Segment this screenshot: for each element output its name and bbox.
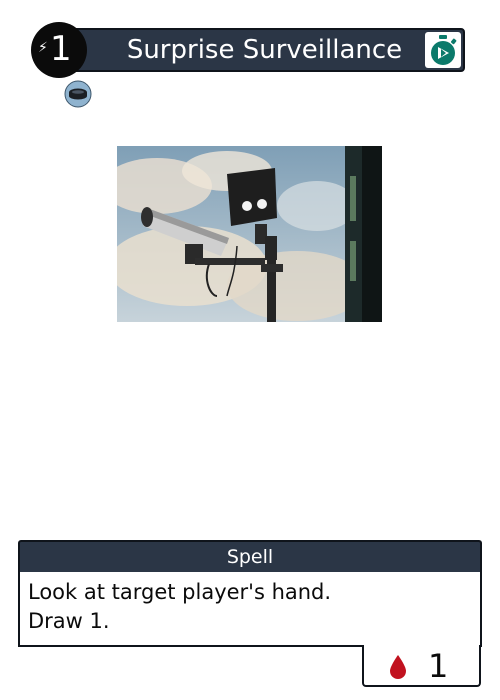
rules-line: Draw 1. — [28, 609, 110, 633]
card-art — [117, 146, 382, 322]
card-title: Surprise Surveillance — [126, 35, 403, 65]
type-line: Spell — [18, 540, 482, 572]
blood-cost-value: 1 — [428, 647, 449, 685]
rules-line: Look at target player's hand. — [28, 580, 332, 604]
cost-value: 1 — [50, 29, 72, 69]
cost-badge: ⚡ 1 — [31, 22, 87, 78]
blood-cost-box: 1 — [362, 645, 481, 687]
card-type: Spell — [226, 546, 274, 568]
security-camera-illustration — [117, 146, 382, 322]
disc-icon — [64, 80, 92, 108]
stopwatch-icon — [431, 35, 457, 65]
rules-text-box: Look at target player's hand. Draw 1. — [18, 572, 482, 647]
card-title-bar: Surprise Surveillance — [60, 28, 465, 72]
speed-badge — [425, 32, 461, 68]
lightning-bolt-icon: ⚡ — [38, 40, 48, 56]
blood-drop-icon — [390, 655, 406, 679]
